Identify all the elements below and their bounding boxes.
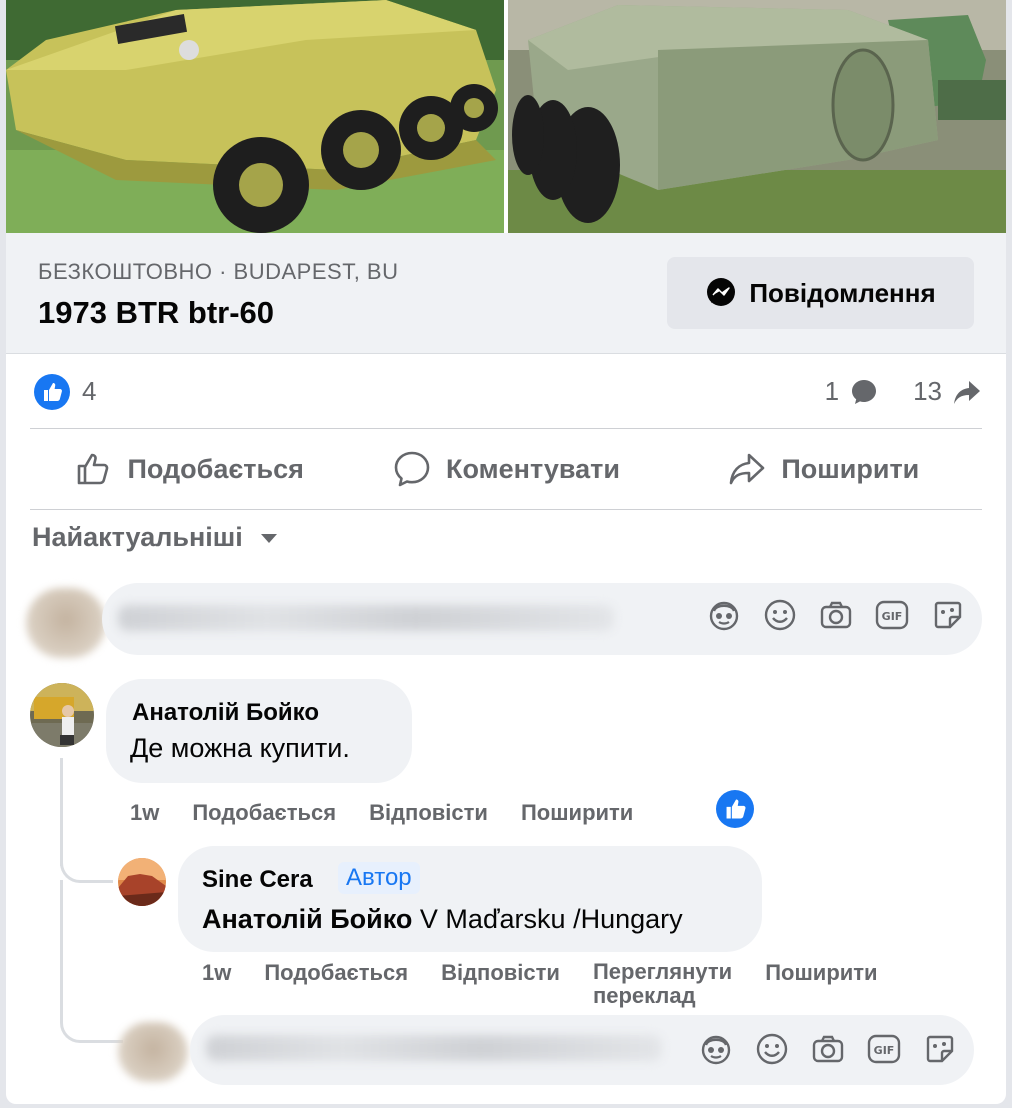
avatar[interactable] bbox=[118, 858, 166, 906]
reply-bubble: Sine Cera Автор Анатолій Бойко V Maďarsk… bbox=[178, 846, 762, 952]
message-button-label: Повідомлення bbox=[749, 277, 936, 308]
listing-info: БЕЗКОШТОВНО · BUDAPEST, BU 1973 BTR btr-… bbox=[6, 233, 1006, 354]
blurred-placeholder bbox=[206, 1035, 662, 1061]
share-button-label: Поширити bbox=[781, 453, 920, 484]
composer-tools: GIF bbox=[706, 597, 966, 633]
comment-reply-link[interactable]: Відповісти bbox=[369, 800, 488, 826]
svg-text:GIF: GIF bbox=[874, 1044, 895, 1057]
comment-composer[interactable]: GIF bbox=[102, 583, 982, 655]
sticker-icon[interactable] bbox=[922, 1031, 958, 1067]
thumbs-up-icon bbox=[78, 453, 109, 485]
composer-tools: GIF bbox=[698, 1031, 958, 1067]
divider bbox=[30, 428, 982, 429]
comment-sort-dropdown[interactable]: Найактуальніші bbox=[32, 522, 279, 553]
current-user-avatar bbox=[118, 1022, 188, 1082]
comment-bubble: Анатолій Бойко Де можна купити. bbox=[106, 679, 412, 783]
emoji-icon[interactable] bbox=[762, 597, 798, 633]
reply-text: Анатолій Бойко V Maďarsku /Hungary bbox=[202, 904, 683, 935]
gif-icon[interactable]: GIF bbox=[874, 597, 910, 633]
marketplace-post-card: БЕЗКОШТОВНО · BUDAPEST, BU 1973 BTR btr-… bbox=[6, 0, 1006, 1104]
messenger-icon bbox=[707, 278, 736, 306]
sticker-icon[interactable] bbox=[930, 597, 966, 633]
emoji-icon[interactable] bbox=[754, 1031, 790, 1067]
current-user-avatar bbox=[26, 588, 106, 658]
camera-icon[interactable] bbox=[818, 597, 854, 633]
comment-count[interactable]: 1 bbox=[825, 376, 839, 407]
share-button[interactable]: Поширити bbox=[665, 430, 982, 508]
like-reaction-icon[interactable] bbox=[34, 374, 70, 410]
comment-button[interactable]: Коментувати bbox=[347, 430, 664, 508]
share-count[interactable]: 13 bbox=[913, 376, 942, 407]
comment-author[interactable]: Анатолій Бойко bbox=[132, 699, 319, 727]
reply-time[interactable]: 1w bbox=[202, 960, 231, 1008]
listing-photo-1[interactable] bbox=[6, 0, 504, 233]
thread-connector bbox=[60, 840, 113, 883]
comment-like-link[interactable]: Подобається bbox=[192, 800, 336, 826]
like-count[interactable]: 4 bbox=[82, 376, 96, 407]
reply-share-link[interactable]: Поширити bbox=[765, 960, 877, 1008]
avatar-sticker-icon[interactable] bbox=[706, 597, 742, 633]
reply-body: V Maďarsku /Hungary bbox=[412, 904, 683, 934]
see-translation-link[interactable]: Переглянути переклад bbox=[593, 960, 732, 1008]
comment-button-label: Коментувати bbox=[446, 453, 620, 484]
like-button-label: Подобається bbox=[127, 453, 304, 484]
reply-like-link[interactable]: Подобається bbox=[264, 960, 408, 1008]
camera-icon[interactable] bbox=[810, 1031, 846, 1067]
svg-text:GIF: GIF bbox=[882, 610, 903, 623]
reply-reply-link[interactable]: Відповісти bbox=[441, 960, 560, 1008]
listing-photos bbox=[6, 0, 1006, 233]
blurred-placeholder bbox=[118, 605, 614, 631]
comment-meta: 1w Подобається Відповісти Поширити bbox=[130, 800, 633, 826]
comment-text: Де можна купити. bbox=[130, 733, 350, 763]
thread-connector bbox=[60, 880, 123, 1043]
listing-price-location: БЕЗКОШТОВНО · BUDAPEST, BU bbox=[38, 259, 399, 284]
reply-composer[interactable]: GIF bbox=[190, 1015, 974, 1085]
post-actions: Подобається Коментувати Поширити bbox=[30, 430, 982, 508]
share-icon bbox=[730, 453, 765, 485]
reply-meta: 1w Подобається Відповісти Переглянути пер… bbox=[202, 960, 878, 1008]
comment-bubble-icon bbox=[852, 379, 877, 404]
comment-icon bbox=[394, 451, 430, 487]
comment-sort-label: Найактуальніші bbox=[32, 522, 243, 552]
listing-photo-2[interactable] bbox=[508, 0, 1006, 233]
message-button[interactable]: Повідомлення bbox=[667, 257, 974, 329]
comment-share-link[interactable]: Поширити bbox=[521, 800, 633, 826]
comment-share-counts: 1 13 bbox=[825, 376, 982, 407]
divider bbox=[30, 509, 982, 510]
reactions-summary: 4 1 13 bbox=[30, 370, 982, 418]
caret-down-icon bbox=[260, 533, 277, 543]
share-arrow-icon bbox=[954, 380, 980, 404]
comment-time[interactable]: 1w bbox=[130, 800, 159, 826]
author-badge: Автор bbox=[338, 862, 420, 894]
comment-like-reaction-icon[interactable] bbox=[716, 790, 754, 828]
avatar[interactable] bbox=[30, 683, 94, 747]
gif-icon[interactable]: GIF bbox=[866, 1031, 902, 1067]
listing-title: 1973 BTR btr-60 bbox=[38, 295, 275, 330]
like-button[interactable]: Подобається bbox=[30, 430, 347, 508]
avatar-sticker-icon[interactable] bbox=[698, 1031, 734, 1067]
reply-author[interactable]: Sine Cera bbox=[202, 866, 313, 894]
reply-mention[interactable]: Анатолій Бойко bbox=[202, 904, 412, 934]
